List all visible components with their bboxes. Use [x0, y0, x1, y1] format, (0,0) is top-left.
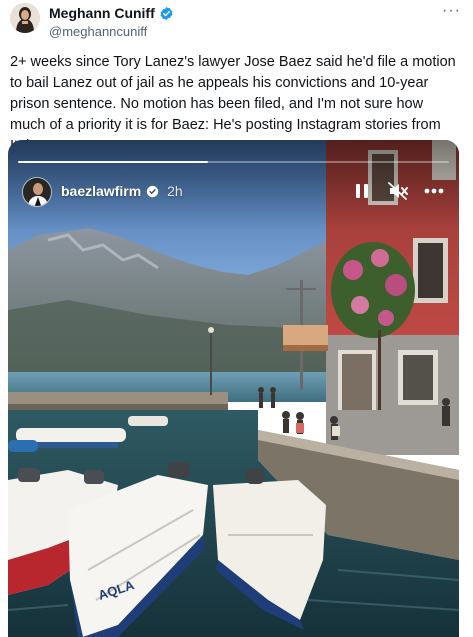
story-controls — [351, 180, 445, 202]
story-progress-bar — [18, 161, 449, 163]
author-name-block: Meghann Cuniff @meghanncuniff — [49, 5, 174, 39]
tweet-header: Meghann Cuniff @meghanncuniff ··· — [10, 3, 465, 43]
verified-badge-icon — [159, 6, 174, 21]
story-timestamp: 2h — [167, 183, 183, 199]
verified-badge-icon — [146, 185, 159, 198]
story-progress-fill — [18, 161, 208, 163]
story-user-avatar[interactable] — [22, 177, 52, 207]
story-user-row: baezlawfirm 2h — [61, 183, 183, 199]
story-more-icon[interactable] — [423, 180, 445, 202]
author-handle[interactable]: @meghanncuniff — [49, 24, 174, 39]
more-options-icon[interactable]: ··· — [442, 3, 461, 19]
speaker-muted-icon[interactable] — [387, 180, 409, 202]
pause-icon[interactable] — [351, 180, 373, 202]
story-username[interactable]: baezlawfirm — [61, 183, 141, 199]
author-avatar[interactable] — [10, 3, 40, 33]
tweet-media-video[interactable]: AQLA baezlawfirm 2h — [8, 140, 459, 637]
author-display-name[interactable]: Meghann Cuniff — [49, 5, 155, 21]
story-scene-image: AQLA — [8, 140, 459, 637]
